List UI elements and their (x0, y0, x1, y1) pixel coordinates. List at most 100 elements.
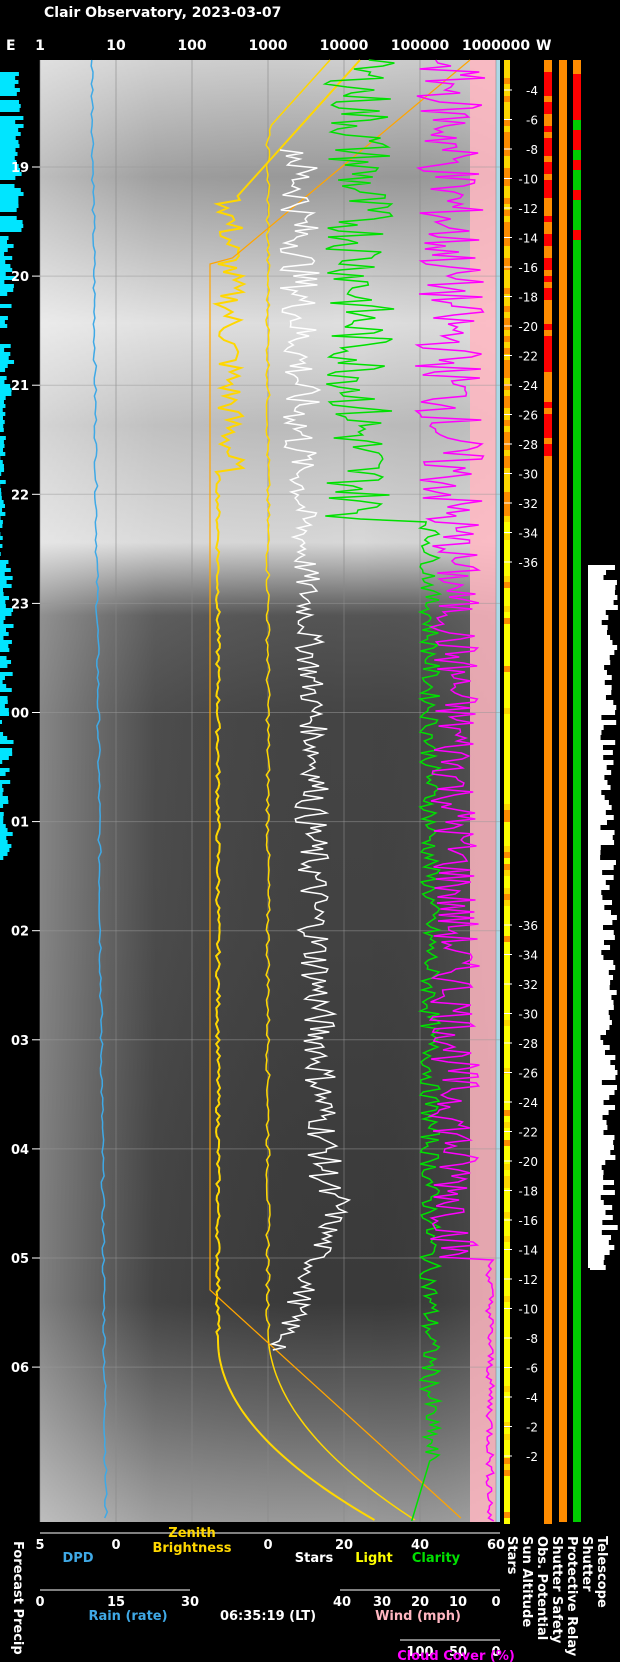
stars-track-segment (504, 1050, 510, 1056)
obs-potential-segment (544, 222, 552, 228)
telescope-bar (590, 820, 607, 825)
obs-potential-segment (544, 174, 552, 180)
stars-track-segment (504, 534, 510, 540)
obs-potential-segment (544, 1032, 552, 1038)
telescope-bar (590, 865, 614, 870)
forecast-precip-bar (0, 356, 9, 360)
obs-potential-segment (544, 1092, 552, 1098)
stars-track-segment (504, 312, 510, 318)
obs-potential-segment (544, 150, 552, 156)
protective-relay-alert (573, 190, 581, 200)
stars-track-segment (504, 642, 510, 648)
stars-track-segment (504, 1044, 510, 1050)
stars-track-segment (504, 894, 510, 900)
sun-altitude-label: -22 (518, 350, 538, 364)
hour-label-00: 00 (11, 707, 29, 722)
stars-track-segment (504, 636, 510, 642)
stars-track-segment (504, 510, 510, 516)
obs-potential-segment (544, 570, 552, 576)
telescope-bar (590, 1230, 602, 1235)
sun-altitude-label: -34 (518, 949, 538, 963)
obs-potential-segment (544, 96, 552, 102)
stars-track-segment (504, 1440, 510, 1446)
forecast-precip-bar (0, 320, 5, 324)
obs-potential-segment (544, 1074, 552, 1080)
obs-potential-segment (544, 954, 552, 960)
forecast-precip-bar (0, 208, 17, 212)
obs-potential-segment (544, 528, 552, 534)
obs-potential-segment (544, 924, 552, 930)
telescope-bar (590, 650, 615, 655)
forecast-precip-bar (0, 696, 8, 700)
stars-track-segment (504, 1512, 510, 1518)
obs-potential-segment (544, 1500, 552, 1506)
obs-potential-segment (544, 750, 552, 756)
obs-potential-segment (544, 732, 552, 738)
protective-relay-alert (573, 90, 581, 100)
telescope-bar (590, 600, 614, 605)
shutter-safety-vertical-label: Shutter Safety (549, 1536, 564, 1644)
telescope-bar (590, 620, 602, 625)
obs-potential-segment (544, 1506, 552, 1512)
forecast-precip-bar (0, 348, 5, 352)
stars-track-segment (504, 1434, 510, 1440)
obs-potential-segment (544, 702, 552, 708)
forecast-precip-bar (0, 800, 9, 804)
obs-potential-segment (544, 294, 552, 300)
obs-potential-segment (544, 1242, 552, 1248)
obs-potential-segment (544, 468, 552, 474)
telescope-bar (590, 965, 616, 970)
telescope-bar (590, 785, 611, 790)
stars-track-segment (504, 882, 510, 888)
obs-potential-segment (544, 708, 552, 714)
forecast-precip-bar (0, 500, 4, 504)
forecast-precip-bar (0, 564, 7, 568)
obs-potential-segment (544, 348, 552, 354)
stars-track-segment (504, 558, 510, 564)
telescope-bar (590, 905, 605, 910)
hour-label-01: 01 (11, 816, 29, 831)
stars-track-segment (504, 618, 510, 624)
forecast-precip-bar (0, 364, 8, 368)
stars-track-segment (504, 702, 510, 708)
obs-potential-segment (544, 828, 552, 834)
stars-track-segment (504, 660, 510, 666)
forecast-precip-bar (0, 700, 8, 704)
stars-track-segment (504, 708, 510, 714)
telescope-bar (590, 1040, 604, 1045)
telescope-bar (590, 950, 602, 955)
obs-potential-segment (544, 720, 552, 726)
obs-potential-segment (544, 576, 552, 582)
stars-track-segment (504, 1170, 510, 1176)
forecast-precip-bar (0, 768, 10, 772)
telescope-bar (590, 835, 613, 840)
forecast-precip-bar (0, 604, 6, 608)
protective-relay-alert (573, 100, 581, 110)
stars-track-segment (504, 456, 510, 462)
telescope-bar (590, 1110, 609, 1115)
telescope-bar (590, 1005, 614, 1010)
obs-potential-segment (544, 234, 552, 240)
forecast-precip-bar (0, 756, 9, 760)
forecast-precip-bar (0, 344, 11, 348)
telescope-bar (590, 730, 602, 735)
stars-track-segment (504, 1302, 510, 1308)
sun-altitude-label: -16 (518, 1214, 538, 1228)
stars-track-segment (504, 912, 510, 918)
stars-track-segment (504, 438, 510, 444)
stars-track-segment (504, 684, 510, 690)
stars-track-segment (504, 918, 510, 924)
telescope-bar (590, 660, 611, 665)
forecast-precip-bar (0, 620, 4, 624)
obs-potential-segment (544, 492, 552, 498)
top-tick-100: 100 (177, 38, 206, 54)
telescope-bar (590, 1200, 604, 1205)
obs-potential-segment (544, 978, 552, 984)
stars-track-segment (504, 126, 510, 132)
telescope-bar (590, 590, 615, 595)
telescope-bar (590, 1180, 615, 1185)
obs-potential-segment (544, 378, 552, 384)
stars-track-segment (504, 1272, 510, 1278)
stars-track-segment (504, 432, 510, 438)
stars-track-segment (504, 492, 510, 498)
